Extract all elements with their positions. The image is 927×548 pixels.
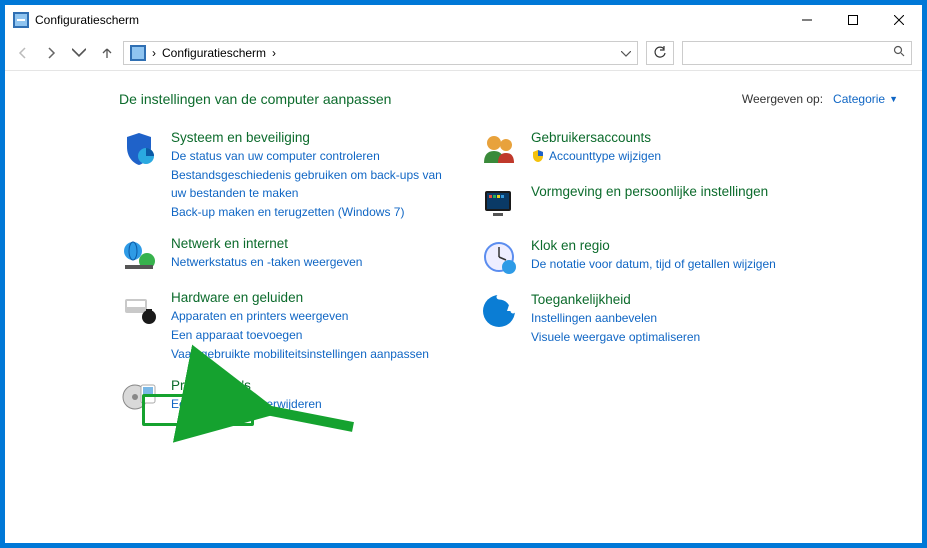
view-by-label: Weergeven op:: [742, 92, 823, 106]
titlebar: Configuratiescherm: [5, 5, 922, 35]
close-button[interactable]: [876, 5, 922, 35]
annotation-arrow: [253, 397, 363, 442]
category-link[interactable]: Accounttype wijzigen: [531, 147, 661, 166]
column-left: Systeem en beveiliging De status van uw …: [119, 129, 459, 431]
window: Configuratiescherm › Configuratiescherm …: [4, 4, 923, 544]
category-link[interactable]: De status van uw computer controleren: [171, 147, 459, 166]
clock-region-icon: [479, 237, 519, 277]
window-title: Configuratiescherm: [35, 13, 784, 27]
search-input[interactable]: [689, 46, 893, 60]
navbar: › Configuratiescherm ›: [5, 35, 922, 71]
category-link[interactable]: Een apparaat toevoegen: [171, 326, 429, 345]
category-title[interactable]: Gebruikersaccounts: [531, 130, 651, 145]
category-user-accounts: Gebruikersaccounts Accounttype wijzigen: [479, 129, 819, 169]
back-button[interactable]: [11, 41, 35, 65]
forward-button[interactable]: [39, 41, 63, 65]
category-link[interactable]: Back-up maken en terugzetten (Windows 7): [171, 203, 459, 222]
category-title[interactable]: Vormgeving en persoonlijke instellingen: [531, 184, 768, 199]
search-icon: [893, 44, 905, 62]
chevron-down-icon: ▼: [889, 94, 898, 104]
category-hardware-sound: Hardware en geluiden Apparaten en printe…: [119, 289, 459, 363]
category-title[interactable]: Systeem en beveiliging: [171, 130, 310, 145]
control-panel-icon: [130, 45, 146, 61]
maximize-button[interactable]: [830, 5, 876, 35]
control-panel-icon: [13, 12, 29, 28]
recent-dropdown[interactable]: [67, 41, 91, 65]
category-title[interactable]: Toegankelijkheid: [531, 292, 631, 307]
category-clock-region: Klok en regio De notatie voor datum, tij…: [479, 237, 819, 277]
address-dropdown-icon[interactable]: [621, 46, 631, 60]
category-link[interactable]: Vaak gebruikte mobiliteitsinstellingen a…: [171, 345, 429, 364]
category-title[interactable]: Programma's: [171, 378, 251, 393]
category-appearance: Vormgeving en persoonlijke instellingen: [479, 183, 819, 223]
category-title[interactable]: Klok en regio: [531, 238, 610, 253]
category-title[interactable]: Netwerk en internet: [171, 236, 288, 251]
window-controls: [784, 5, 922, 35]
category-link[interactable]: Bestandsgeschiedenis gebruiken om back-u…: [171, 166, 459, 203]
category-link[interactable]: Instellingen aanbevelen: [531, 309, 700, 328]
category-system-security: Systeem en beveiliging De status van uw …: [119, 129, 459, 221]
breadcrumb-sep: ›: [272, 46, 276, 60]
appearance-icon: [479, 183, 519, 223]
hardware-sound-icon: [119, 289, 159, 329]
category-link[interactable]: Netwerkstatus en -taken weergeven: [171, 253, 362, 272]
user-accounts-icon: [479, 129, 519, 169]
content-area: De instellingen van de computer aanpasse…: [5, 71, 922, 543]
uac-shield-icon: [531, 149, 545, 163]
breadcrumb-root[interactable]: Configuratiescherm: [162, 46, 266, 60]
network-internet-icon: [119, 235, 159, 275]
view-by-value: Categorie: [833, 92, 885, 106]
address-bar[interactable]: › Configuratiescherm ›: [123, 41, 638, 65]
view-by: Weergeven op: Categorie ▼: [742, 92, 898, 106]
category-link[interactable]: Apparaten en printers weergeven: [171, 307, 429, 326]
category-network-internet: Netwerk en internet Netwerkstatus en -ta…: [119, 235, 459, 275]
breadcrumb-sep: ›: [152, 46, 156, 60]
view-by-dropdown[interactable]: Categorie ▼: [833, 92, 898, 106]
refresh-button[interactable]: [646, 41, 674, 65]
annotation-highlight-box: [142, 394, 254, 426]
search-box[interactable]: [682, 41, 912, 65]
minimize-button[interactable]: [784, 5, 830, 35]
heading-row: De instellingen van de computer aanpasse…: [29, 91, 898, 107]
page-heading: De instellingen van de computer aanpasse…: [119, 91, 391, 107]
category-link[interactable]: Visuele weergave optimaliseren: [531, 328, 700, 347]
category-link[interactable]: De notatie voor datum, tijd of getallen …: [531, 255, 776, 274]
category-title[interactable]: Hardware en geluiden: [171, 290, 303, 305]
ease-of-access-icon: [479, 291, 519, 331]
category-ease-of-access: Toegankelijkheid Instellingen aanbevelen…: [479, 291, 819, 346]
category-columns: Systeem en beveiliging De status van uw …: [29, 129, 898, 431]
column-right: Gebruikersaccounts Accounttype wijzigen: [479, 129, 819, 431]
system-security-icon: [119, 129, 159, 169]
up-button[interactable]: [95, 41, 119, 65]
